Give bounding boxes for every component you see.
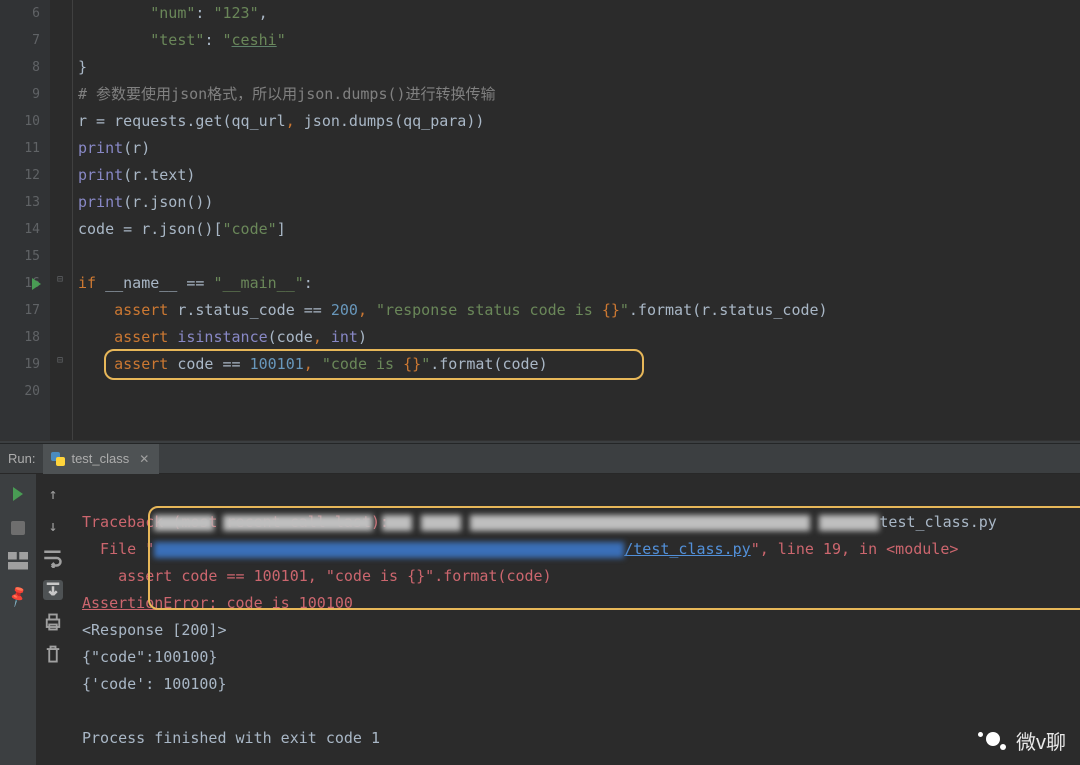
code-line[interactable]: code = r.json()["code"] — [78, 216, 1080, 243]
code-line[interactable]: } — [78, 54, 1080, 81]
code-line[interactable]: if __name__ == "__main__": — [78, 270, 1080, 297]
run-label: Run: — [0, 451, 43, 466]
code-line[interactable]: assert isinstance(code, int) — [78, 324, 1080, 351]
fold-column: ⊟ ⊟ — [54, 0, 70, 440]
traceback-source-line: assert code == 100101, "code is {}".form… — [82, 563, 1068, 590]
code-line[interactable]: "test": "ceshi" — [78, 27, 1080, 54]
close-icon[interactable]: ✕ — [139, 452, 149, 466]
run-line-marker-icon[interactable] — [32, 278, 41, 290]
code-line[interactable]: "num": "123", — [78, 0, 1080, 27]
watermark: 微v聊 — [974, 726, 1066, 755]
python-file-icon — [51, 452, 65, 466]
code-line[interactable]: # 参数要使用json格式，所以用json.dumps()进行转换传输 — [78, 81, 1080, 108]
code-line[interactable]: print(r.json()) — [78, 189, 1080, 216]
rerun-icon[interactable] — [8, 484, 28, 504]
indent-guide — [72, 0, 73, 440]
editor[interactable]: 67891011121314151617181920 ⊟ ⊟ "num": "1… — [0, 0, 1080, 440]
scroll-to-end-icon[interactable] — [43, 580, 63, 600]
assertion-error-line: AssertionError: code is 100100 — [82, 590, 1068, 617]
console-toolbar: ↑ ↓ — [36, 474, 70, 765]
layout-icon[interactable] — [8, 552, 28, 572]
console-response-line: <Response [200]> — [82, 617, 1068, 644]
pin-icon[interactable]: 📌 — [4, 582, 31, 609]
stop-icon[interactable] — [8, 518, 28, 538]
console-cmd-line: test_class.py — [82, 482, 1068, 509]
traceback-file-line: File "/test_class.py", line 19, in <modu… — [82, 536, 1068, 563]
trash-icon[interactable] — [43, 644, 63, 664]
print-icon[interactable] — [43, 612, 63, 632]
run-config-name: test_class — [71, 451, 129, 466]
run-toolwindow: Run: test_class ✕ 📌 ↑ ↓ — [0, 444, 1080, 765]
scroll-up-icon[interactable]: ↑ — [43, 484, 63, 504]
code-line[interactable]: print(r.text) — [78, 162, 1080, 189]
fold-collapse-icon[interactable]: ⊟ — [57, 355, 63, 366]
code-line[interactable] — [78, 378, 1080, 405]
code-line[interactable]: assert r.status_code == 200, "response s… — [78, 297, 1080, 324]
code-line[interactable]: print(r) — [78, 135, 1080, 162]
watermark-text: 微v聊 — [1016, 726, 1066, 755]
code-line[interactable] — [78, 243, 1080, 270]
run-config-tab[interactable]: test_class ✕ — [43, 444, 159, 474]
gutter-marker-column — [32, 0, 50, 440]
run-header: Run: test_class ✕ — [0, 444, 1080, 474]
code-area[interactable]: "num": "123", "test": "ceshi"}# 参数要使用jso… — [78, 0, 1080, 440]
code-line[interactable]: r = requests.get(qq_url, json.dumps(qq_p… — [78, 108, 1080, 135]
run-side-toolbar: 📌 — [0, 474, 36, 765]
run-body: 📌 ↑ ↓ test_class.py Traceback (most rece — [0, 474, 1080, 765]
scroll-down-icon[interactable]: ↓ — [43, 516, 63, 536]
console-blank — [82, 698, 1068, 725]
fold-expand-icon[interactable]: ⊟ — [57, 274, 63, 285]
code-line[interactable]: assert code == 100101, "code is {}".form… — [78, 351, 1080, 378]
console-output[interactable]: test_class.py Traceback (most recent cal… — [70, 474, 1080, 765]
console-json-line-2: {'code': 100100} — [82, 671, 1068, 698]
soft-wrap-icon[interactable] — [43, 548, 63, 568]
console-json-line-1: {"code":100100} — [82, 644, 1068, 671]
console-exit-line: Process finished with exit code 1 — [82, 725, 1068, 752]
